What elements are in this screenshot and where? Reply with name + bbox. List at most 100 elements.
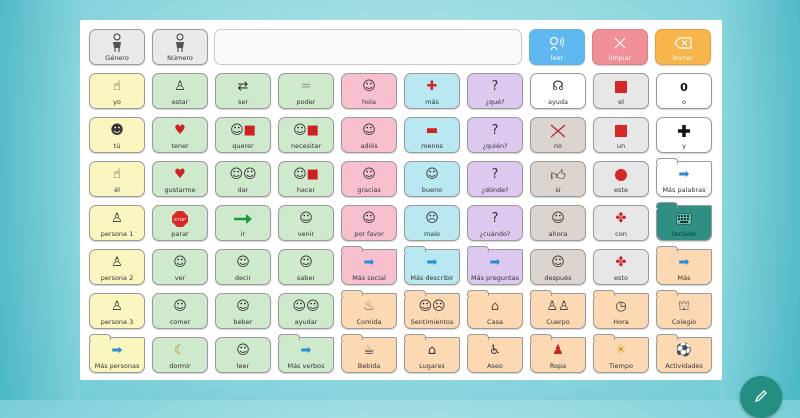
ahora-label: ahora	[548, 230, 568, 238]
green-arrow-icon	[233, 209, 253, 229]
tu-button[interactable]: ☻ tú	[89, 117, 145, 153]
dar-button[interactable]: ☺☺ dar	[215, 161, 271, 197]
despues-button[interactable]: ☺ después	[530, 249, 586, 285]
tiempo-folder[interactable]: ☀ Tiempo	[593, 334, 649, 373]
goodbye-person-icon: ☺	[362, 123, 376, 138]
leer-button[interactable]: leer	[529, 29, 585, 65]
sentimientos-folder[interactable]: ☺☹ Sentimientos	[404, 290, 460, 329]
poder-label: poder	[296, 98, 316, 106]
tener-button[interactable]: ♥ tener	[152, 117, 208, 153]
ir-button[interactable]: ir	[215, 205, 271, 241]
dormir-button[interactable]: ☾ dormir	[152, 337, 208, 373]
con-button[interactable]: ✤ con	[593, 205, 649, 241]
mas-social-label: Más social	[352, 274, 386, 282]
saber-button[interactable]: ☺ saber	[278, 249, 334, 285]
el-button[interactable]: el	[593, 73, 649, 109]
quien-button[interactable]: ? ¿quién?	[467, 117, 523, 153]
mas-folder[interactable]: ➡ Más	[656, 246, 712, 285]
ser-button[interactable]: ⇄ ser	[215, 73, 271, 109]
food-icon: ♨	[363, 299, 375, 314]
leer-label: leer	[550, 54, 564, 62]
casa-folder[interactable]: ⌂ Casa	[467, 290, 523, 329]
lugares-folder[interactable]: ⌂ Lugares	[404, 334, 460, 373]
mas-verbos-folder[interactable]: ➡ Más verbos	[278, 334, 334, 373]
leer-word-button[interactable]: ☺ leer	[215, 337, 271, 373]
menos-button[interactable]: ▬ menos	[404, 117, 460, 153]
ayuda-button[interactable]: ☊ ayuda	[530, 73, 586, 109]
question-person-icon: ?	[491, 79, 499, 94]
yo-button[interactable]: ☝ yo	[89, 73, 145, 109]
si-button[interactable]: 👍︎ sí	[530, 161, 586, 197]
tiempo-label: Tiempo	[608, 362, 633, 370]
limpiar-button[interactable]: limpiar	[592, 29, 648, 65]
mas-preguntas-folder[interactable]: ➡ Más preguntas	[467, 246, 523, 285]
bueno-button[interactable]: ☺ bueno	[404, 161, 460, 197]
with-blocks-icon: ✤	[615, 211, 627, 226]
beber-button[interactable]: ☺ beber	[215, 293, 271, 329]
gustarme-button[interactable]: ♥ gustarme	[152, 161, 208, 197]
numero-button[interactable]: Número	[152, 29, 208, 65]
leer-word-label: leer	[236, 362, 250, 370]
ayudar-button[interactable]: ☺☺ ayudar	[278, 293, 334, 329]
aseo-folder[interactable]: ♿ Aseo	[467, 334, 523, 373]
decir-button[interactable]: ☺ decir	[215, 249, 271, 285]
mas-describir-folder[interactable]: ➡ Más describir	[404, 246, 460, 285]
mas-palabras-folder[interactable]: ➡ Más palabras	[656, 158, 712, 197]
parar-button[interactable]: STOP parar	[152, 205, 208, 241]
cuerpo-folder[interactable]: ♙♙ Cuerpo	[530, 290, 586, 329]
venir-button[interactable]: ☺ venir	[278, 205, 334, 241]
colegio-folder[interactable]: ⛫ Colegio	[656, 290, 712, 329]
querer-button[interactable]: ☺■ querer	[215, 117, 271, 153]
malo-button[interactable]: ☹ malo	[404, 205, 460, 241]
ropa-folder[interactable]: ♟ Ropa	[530, 334, 586, 373]
background-right	[720, 0, 800, 400]
que-button[interactable]: ? ¿qué?	[467, 73, 523, 109]
esto-button[interactable]: ✤ esto	[593, 249, 649, 285]
donde-button[interactable]: ? ¿dónde?	[467, 161, 523, 197]
persona-1-button[interactable]: ♙ persona 1	[89, 205, 145, 241]
cuando-button[interactable]: ? ¿cuándo?	[467, 205, 523, 241]
un-button[interactable]: un	[593, 117, 649, 153]
hacer-button[interactable]: ☺■ hacer	[278, 161, 334, 197]
o-button[interactable]: 0o	[656, 73, 712, 109]
mas-personas-folder[interactable]: ➡ Más personas	[89, 334, 145, 373]
actividades-folder[interactable]: ⚽ Actividades	[656, 334, 712, 373]
que-label: ¿qué?	[485, 98, 505, 106]
el-person-button[interactable]: ☝ él	[89, 161, 145, 197]
este-button[interactable]: este	[593, 161, 649, 197]
red-square-icon	[614, 77, 628, 97]
bebida-folder[interactable]: ☕ Bebida	[341, 334, 397, 373]
comer-button[interactable]: ☺ comer	[152, 293, 208, 329]
hola-button[interactable]: ☺ hola	[341, 73, 397, 109]
persona-2-button[interactable]: ♙ persona 2	[89, 249, 145, 285]
persona-3-button[interactable]: ♙ persona 3	[89, 293, 145, 329]
thanks-person-icon: ☺	[362, 167, 376, 182]
por-favor-button[interactable]: ☺ por favor	[341, 205, 397, 241]
ahora-button[interactable]: ☺ ahora	[530, 205, 586, 241]
ver-button[interactable]: ☺ ver	[152, 249, 208, 285]
gracias-button[interactable]: ☺ gracias	[341, 161, 397, 197]
cross-icon	[549, 121, 567, 141]
necesitar-button[interactable]: ☺■ necesitar	[278, 117, 334, 153]
no-button[interactable]: no	[530, 117, 586, 153]
edit-button[interactable]	[740, 376, 782, 418]
mas-button[interactable]: ✚ más	[404, 73, 460, 109]
zero-icon: 0	[680, 77, 688, 97]
borrar-button[interactable]: borrar	[655, 29, 711, 65]
y-button[interactable]: y	[656, 117, 712, 153]
hora-label: Hora	[613, 318, 629, 326]
arrow-right-icon: ➡	[678, 255, 690, 270]
genero-button[interactable]: Género	[89, 29, 145, 65]
holding-person-icon: ♥	[174, 123, 186, 138]
teclado-folder[interactable]: teclado	[656, 202, 712, 241]
tu-label: tú	[113, 142, 121, 150]
mas-social-folder[interactable]: ➡ Más social	[341, 246, 397, 285]
estar-button[interactable]: ♙ estar	[152, 73, 208, 109]
comida-folder[interactable]: ♨ Comida	[341, 290, 397, 329]
message-bar[interactable]	[214, 29, 522, 65]
adios-button[interactable]: ☺ adiós	[341, 117, 397, 153]
poder-button[interactable]: = poder	[278, 73, 334, 109]
hora-folder[interactable]: ◷ Hora	[593, 290, 649, 329]
pointing-person-icon: ☝	[113, 167, 121, 182]
numero-label: Número	[167, 54, 193, 62]
